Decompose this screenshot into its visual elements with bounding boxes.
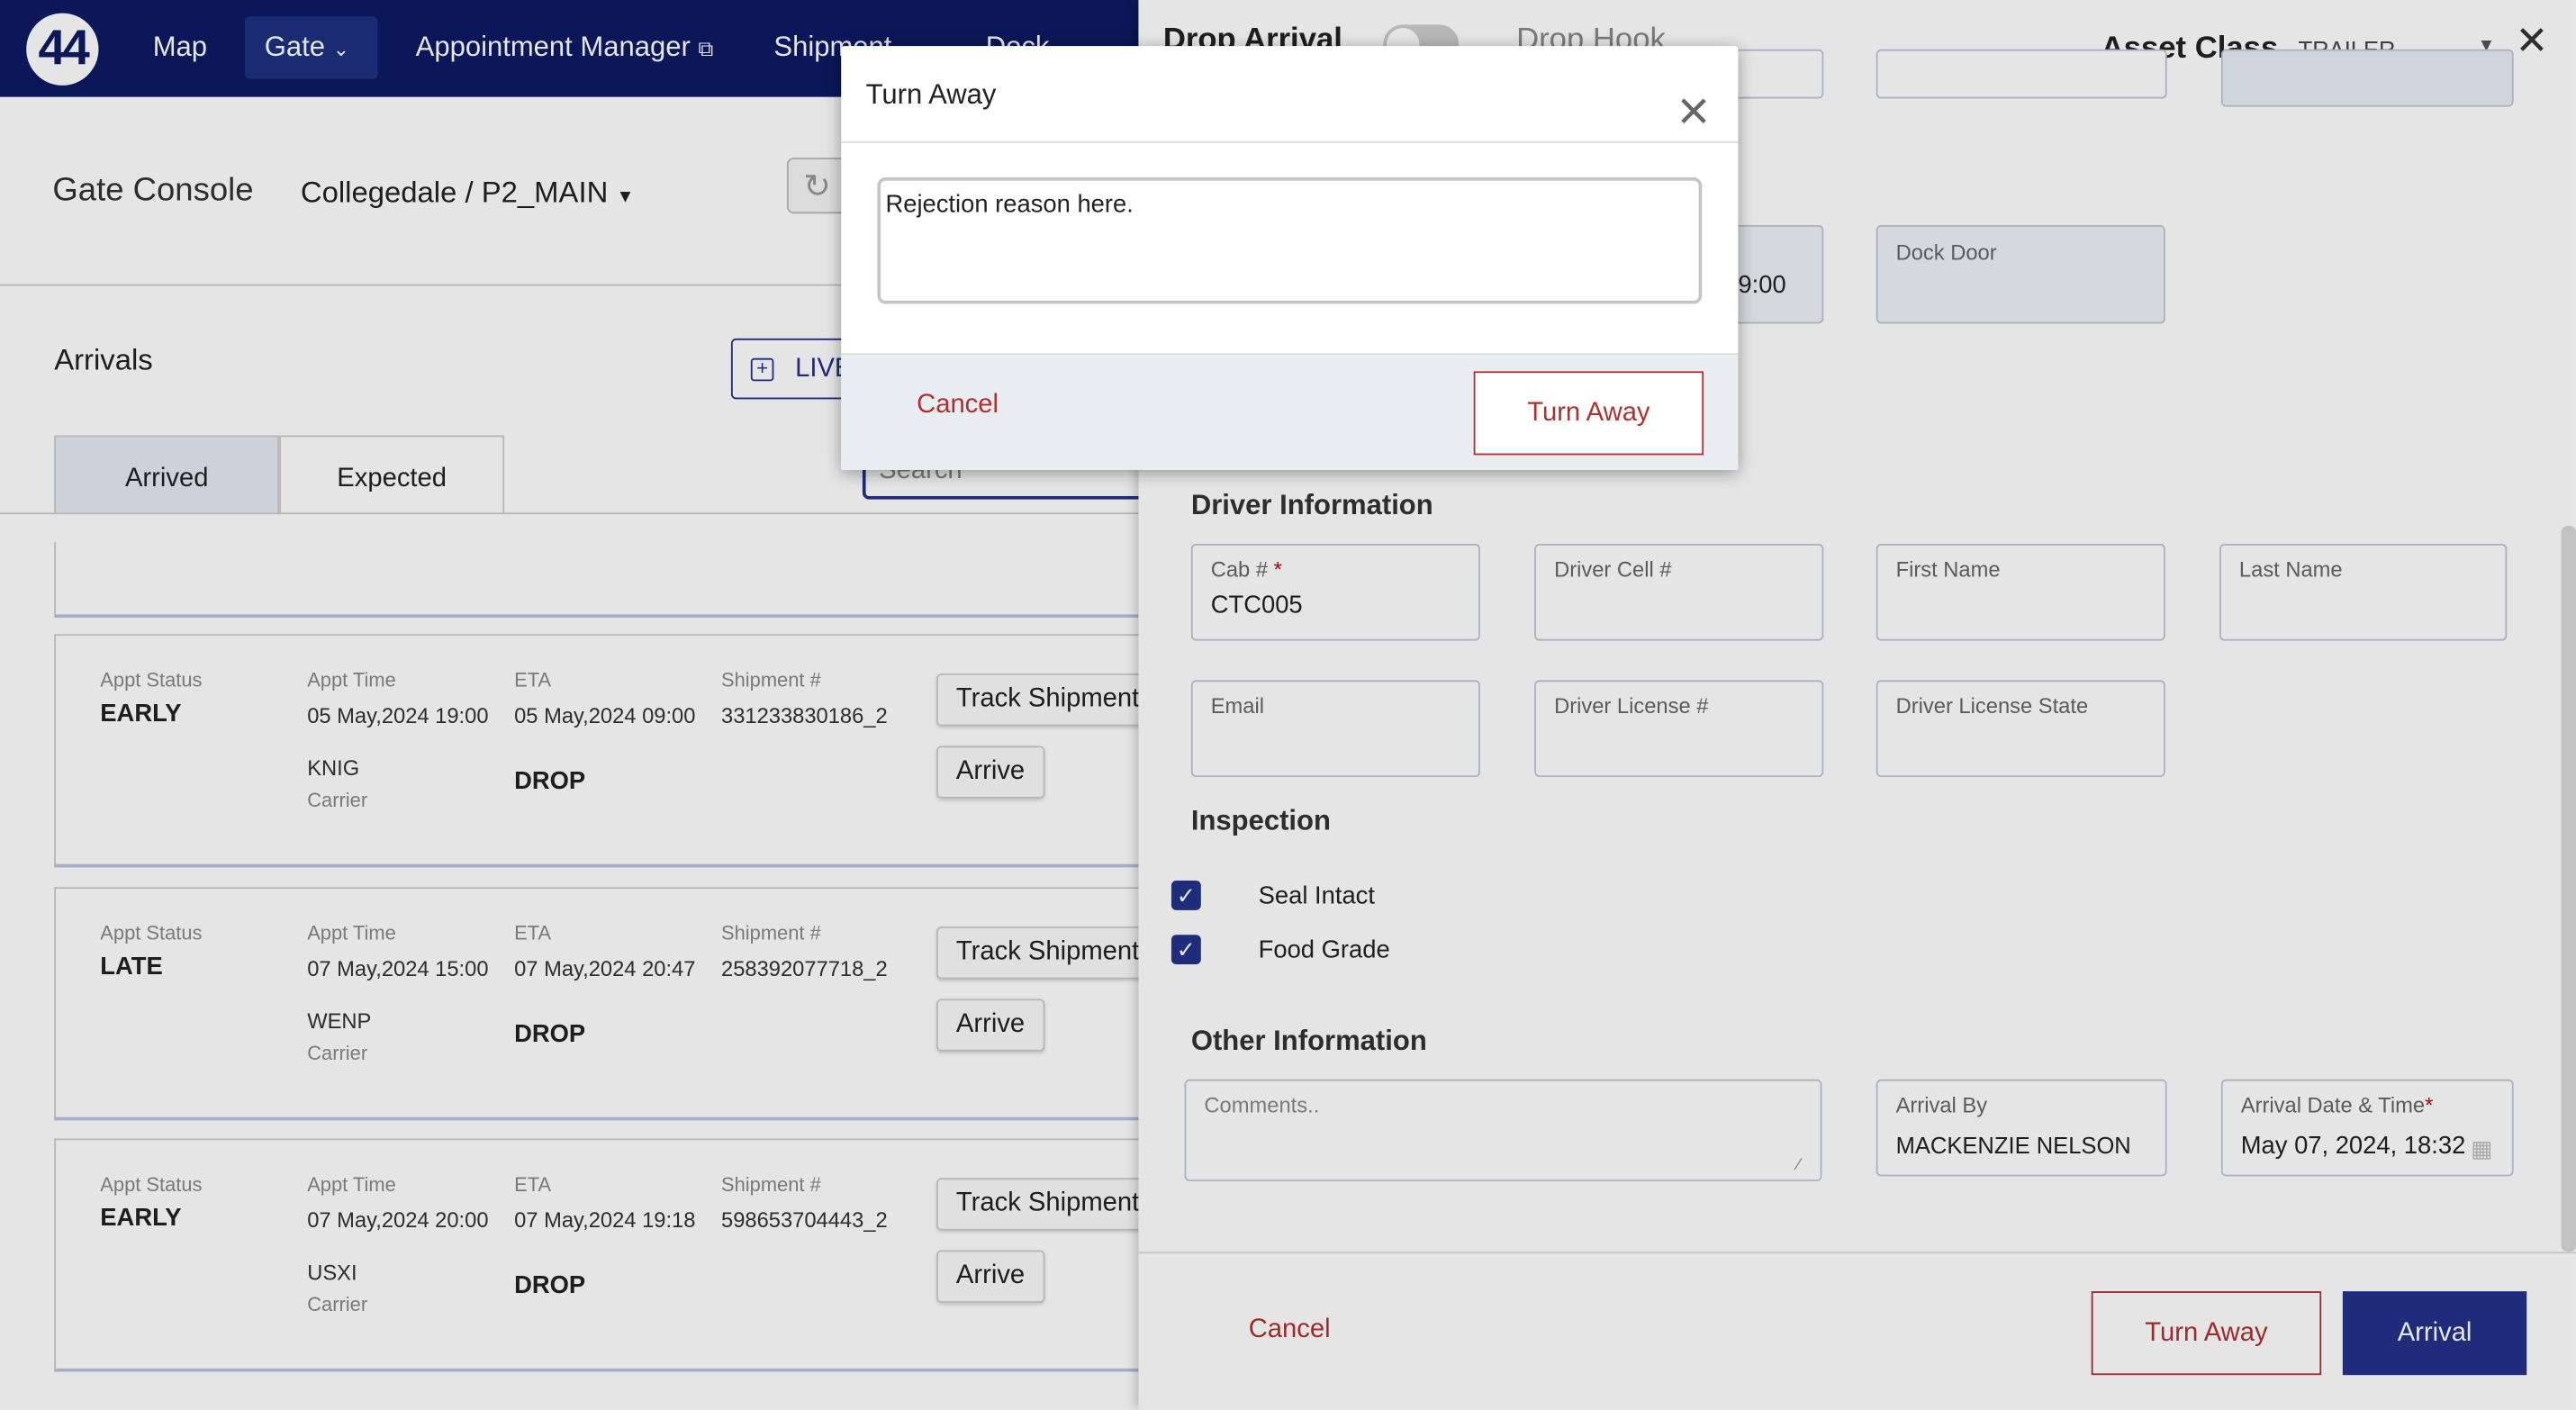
- dialog-title: Turn Away: [865, 78, 997, 111]
- close-icon[interactable]: ×: [1677, 84, 1710, 140]
- divider: [841, 140, 1739, 143]
- dialog-footer: Cancel Turn Away: [841, 353, 1739, 470]
- dialog-turn-away-button[interactable]: Turn Away: [1473, 371, 1704, 456]
- dialog-cancel-button[interactable]: Cancel: [917, 391, 999, 420]
- rejection-reason-textarea[interactable]: Rejection reason here.: [877, 177, 1703, 304]
- turn-away-dialog: Turn Away × Rejection reason here. Cance…: [841, 46, 1739, 470]
